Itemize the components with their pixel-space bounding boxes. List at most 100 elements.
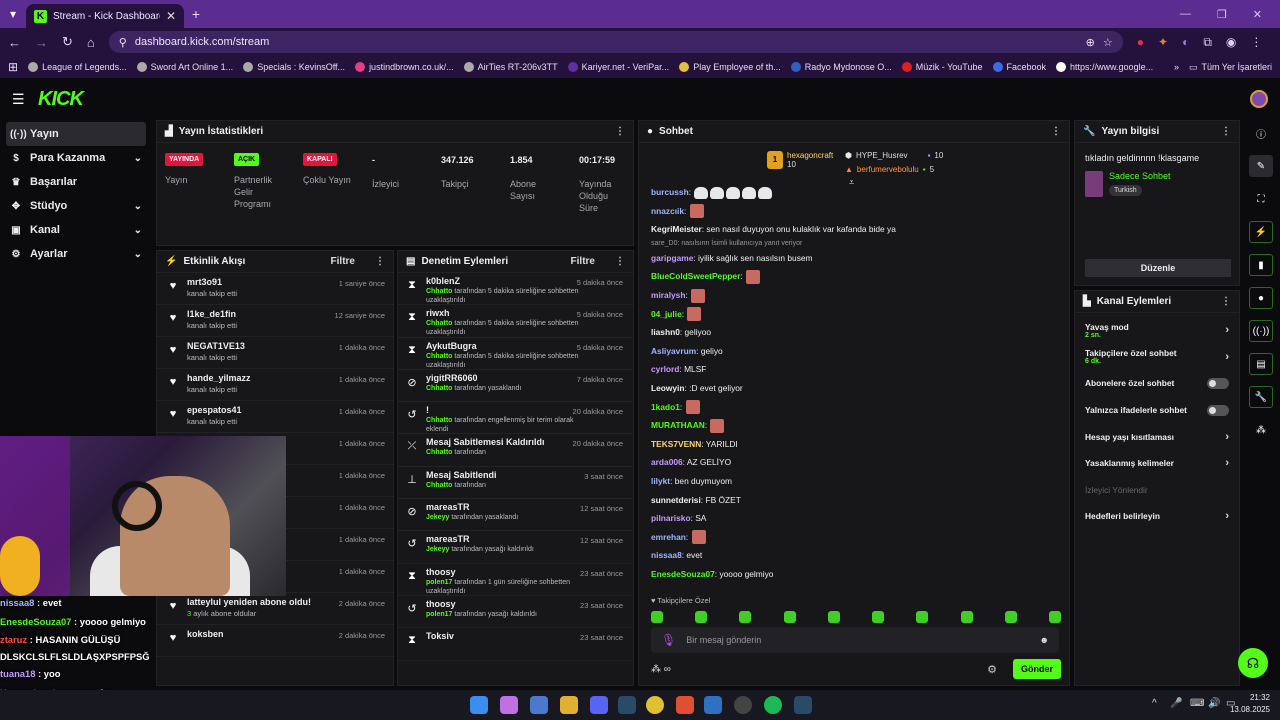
apps-grid-icon[interactable]: ⊞ bbox=[8, 60, 18, 74]
bookmark-item[interactable]: Kariyer.net - VeriPar... bbox=[567, 62, 669, 72]
chat-username[interactable]: miralysh bbox=[651, 290, 685, 300]
channel-action-row[interactable]: Abonelere özel sohbet bbox=[1075, 370, 1239, 397]
moderation-row[interactable]: ⊘ mareasTR Jekeyy tarafından yasaklandı 12 … bbox=[398, 499, 633, 532]
activity-user[interactable]: mrt3o91 bbox=[187, 277, 237, 287]
chat-message[interactable]: lilykt: ben duymuyom bbox=[651, 472, 1057, 491]
chat-message[interactable]: arda006: AZ GELİYO bbox=[651, 453, 1057, 472]
chat-username[interactable]: lilykt bbox=[651, 476, 670, 486]
toggle-switch[interactable] bbox=[1207, 377, 1229, 389]
moderator-name[interactable]: Jekeyy bbox=[426, 514, 449, 521]
close-window-icon[interactable]: ✕ bbox=[1253, 8, 1262, 21]
moderation-row[interactable]: ⧗ k0blenZ Chhatto tarafından 5 dakika süre… bbox=[398, 273, 633, 306]
emote-icon[interactable] bbox=[739, 611, 752, 623]
emoji-picker-icon[interactable]: ☻ bbox=[1040, 635, 1049, 645]
copilot-icon[interactable] bbox=[500, 696, 518, 714]
chat-username[interactable]: Asliyavrum bbox=[651, 346, 696, 356]
emote-icon[interactable] bbox=[827, 611, 840, 623]
chat-message[interactable]: nnazcıik: bbox=[651, 202, 1057, 221]
chat-message[interactable]: MURATHAAN: bbox=[651, 416, 1057, 435]
more-options-icon[interactable]: ⋮ bbox=[615, 126, 625, 137]
chat-message[interactable]: emrehan: bbox=[651, 528, 1057, 547]
moderation-row[interactable]: ⧗ AykutBugra Chhatto tarafından 5 dakika s… bbox=[398, 338, 633, 370]
chat-username[interactable]: burcussh bbox=[651, 187, 689, 197]
back-icon[interactable]: ← bbox=[8, 35, 21, 50]
moderator-name[interactable]: Jekeyy bbox=[426, 546, 449, 553]
browser-menu-icon[interactable]: ⋮ bbox=[1250, 35, 1262, 50]
all-bookmarks-button[interactable]: ▭ Tüm Yer İşaretleri bbox=[1189, 62, 1272, 73]
tray-chevron-icon[interactable]: ^ bbox=[1152, 698, 1157, 709]
bolt-widget-icon[interactable]: ⚡ bbox=[1249, 221, 1273, 243]
reload-icon[interactable]: ↻ bbox=[62, 34, 73, 50]
emote-icon[interactable] bbox=[651, 611, 663, 623]
moderation-row[interactable]: ⧗ Toksiv 23 saat önce bbox=[398, 628, 633, 661]
bookmark-item[interactable]: Facebook bbox=[992, 62, 1046, 72]
chat-message[interactable]: garipgame: iyilik sağlık sen nasılsın bu… bbox=[651, 249, 1057, 268]
chat-message[interactable]: Asliyavrum: geliyo bbox=[651, 342, 1057, 361]
moderation-target[interactable]: Toksiv bbox=[426, 631, 596, 641]
moderation-row[interactable]: ⤫ Mesaj Sabitlemesi Kaldırıldı Chhatto tar… bbox=[398, 434, 633, 467]
moderation-row[interactable]: ⧗ riwxh Chhatto tarafından 5 dakika süreli… bbox=[398, 305, 633, 338]
sidebar-item-yayin[interactable]: ((·)) Yayın bbox=[6, 122, 146, 146]
chat-input[interactable]: 🎙 Bir mesaj gönderin ☻ bbox=[651, 627, 1059, 653]
chat-message[interactable]: Leowyin: :D evet geliyor bbox=[651, 379, 1057, 398]
emote-icon[interactable] bbox=[695, 611, 708, 623]
chat-settings-gear-icon[interactable]: ⚙ bbox=[987, 663, 997, 676]
info-icon[interactable]: ⓘ bbox=[1249, 122, 1273, 144]
gifter-2[interactable]: ⬢ HYPE_Husrev ▪ 10 bbox=[845, 151, 943, 160]
bookmark-item[interactable]: Specials : KevinsOff... bbox=[243, 62, 345, 72]
hamburger-menu-icon[interactable]: ☰ bbox=[12, 91, 25, 108]
channel-action-row[interactable]: Hedefleri belirleyin › bbox=[1075, 503, 1239, 530]
more-options-icon[interactable]: ⋮ bbox=[1221, 296, 1231, 307]
wrench-widget-icon[interactable]: 🔧 bbox=[1249, 386, 1273, 408]
start-icon[interactable] bbox=[470, 696, 488, 714]
volume-icon[interactable]: 🔊 bbox=[1208, 698, 1220, 709]
moderation-target[interactable]: mareasTR bbox=[426, 502, 596, 512]
emote-icon[interactable] bbox=[1004, 611, 1017, 623]
store-icon[interactable] bbox=[530, 696, 548, 714]
chat-message[interactable]: EnesdeSouza07: yoooo gelmiyo bbox=[651, 565, 1057, 584]
moderation-row[interactable]: ↺ mareasTR Jekeyy tarafından yasağı kaldır… bbox=[398, 531, 633, 564]
chat-username[interactable]: MURATHAAN bbox=[651, 420, 705, 430]
users-widget-icon[interactable]: ⁂ bbox=[1249, 419, 1273, 441]
moderation-target[interactable]: ! bbox=[426, 405, 596, 415]
chat-message[interactable]: nissaa8: evet bbox=[651, 546, 1057, 565]
channel-action-row[interactable]: Takipçilere özel sohbet 6 dk. › bbox=[1075, 344, 1239, 371]
bookmark-item[interactable]: Müzik - YouTube bbox=[901, 62, 983, 72]
chat-message[interactable]: liashn0: geliyoo bbox=[651, 323, 1057, 342]
moderation-row[interactable]: ↺ thoosy polen17 tarafından yasağı kaldırı… bbox=[398, 596, 633, 629]
mic-icon[interactable]: 🎙 bbox=[661, 633, 676, 647]
channel-action-row[interactable]: Yalnızca ifadelerle sohbet bbox=[1075, 397, 1239, 424]
chat-message[interactable]: sunnetderisi: FB ÖZET bbox=[651, 491, 1057, 510]
broadcast-widget-icon[interactable]: ((·)) bbox=[1249, 320, 1273, 342]
steam-icon[interactable] bbox=[618, 696, 636, 714]
chat-message[interactable]: 04_julie: bbox=[651, 305, 1057, 324]
activity-user[interactable]: epespatos41 bbox=[187, 405, 242, 415]
bookmark-item[interactable]: Sword Art Online 1... bbox=[136, 62, 233, 72]
sidebar-item-basarilar[interactable]: ♛ Başarılar bbox=[6, 170, 146, 194]
minimize-icon[interactable]: — bbox=[1180, 8, 1191, 21]
more-options-icon[interactable]: ⋮ bbox=[375, 256, 385, 267]
explorer-icon[interactable] bbox=[560, 696, 578, 714]
chat-message[interactable]: miralysh: bbox=[651, 286, 1057, 305]
chat-username[interactable]: cyrlord bbox=[651, 364, 679, 374]
chat-username[interactable]: BlueColdSweetPepper bbox=[651, 271, 740, 281]
chat-username[interactable]: EnesdeSouza07 bbox=[651, 569, 715, 579]
sidebar-item-para-kazanma[interactable]: $ Para Kazanma ⌄ bbox=[6, 146, 146, 170]
moderator-name[interactable]: Chhatto bbox=[426, 320, 452, 327]
chat-message[interactable]: BlueColdSweetPepper: bbox=[651, 267, 1057, 286]
moderation-row[interactable]: ⊥ Mesaj Sabitlendi Chhatto tarafından 3 saa… bbox=[398, 467, 633, 500]
moderator-name[interactable]: Chhatto bbox=[426, 385, 452, 392]
stats-widget-icon[interactable]: ▮ bbox=[1249, 254, 1273, 276]
activity-row[interactable]: ♥ NEGAT1VE13 kanalı takip etti 1 dakika önc… bbox=[157, 337, 393, 369]
chat-username[interactable]: KegriMeister bbox=[651, 224, 702, 234]
channel-action-row[interactable]: Hesap yaşı kısıtlaması › bbox=[1075, 423, 1239, 450]
edit-layout-icon[interactable]: ✎ bbox=[1249, 155, 1273, 177]
site-info-icon[interactable]: ⚲ bbox=[119, 36, 127, 49]
moderation-row[interactable]: ↺! Chhatto tarafından engellenmiş bir ter… bbox=[398, 402, 633, 435]
moderation-target[interactable]: Mesaj Sabitlemesi Kaldırıldı bbox=[426, 437, 596, 447]
send-button[interactable]: Gönder bbox=[1012, 659, 1061, 679]
maximize-icon[interactable]: ❐ bbox=[1217, 8, 1227, 21]
browser-tab[interactable]: K Stream - Kick Dashboard ✕ bbox=[26, 4, 184, 28]
bookmark-item[interactable]: justindbrown.co.uk/... bbox=[355, 62, 454, 72]
activity-user[interactable]: koksben bbox=[187, 629, 224, 639]
